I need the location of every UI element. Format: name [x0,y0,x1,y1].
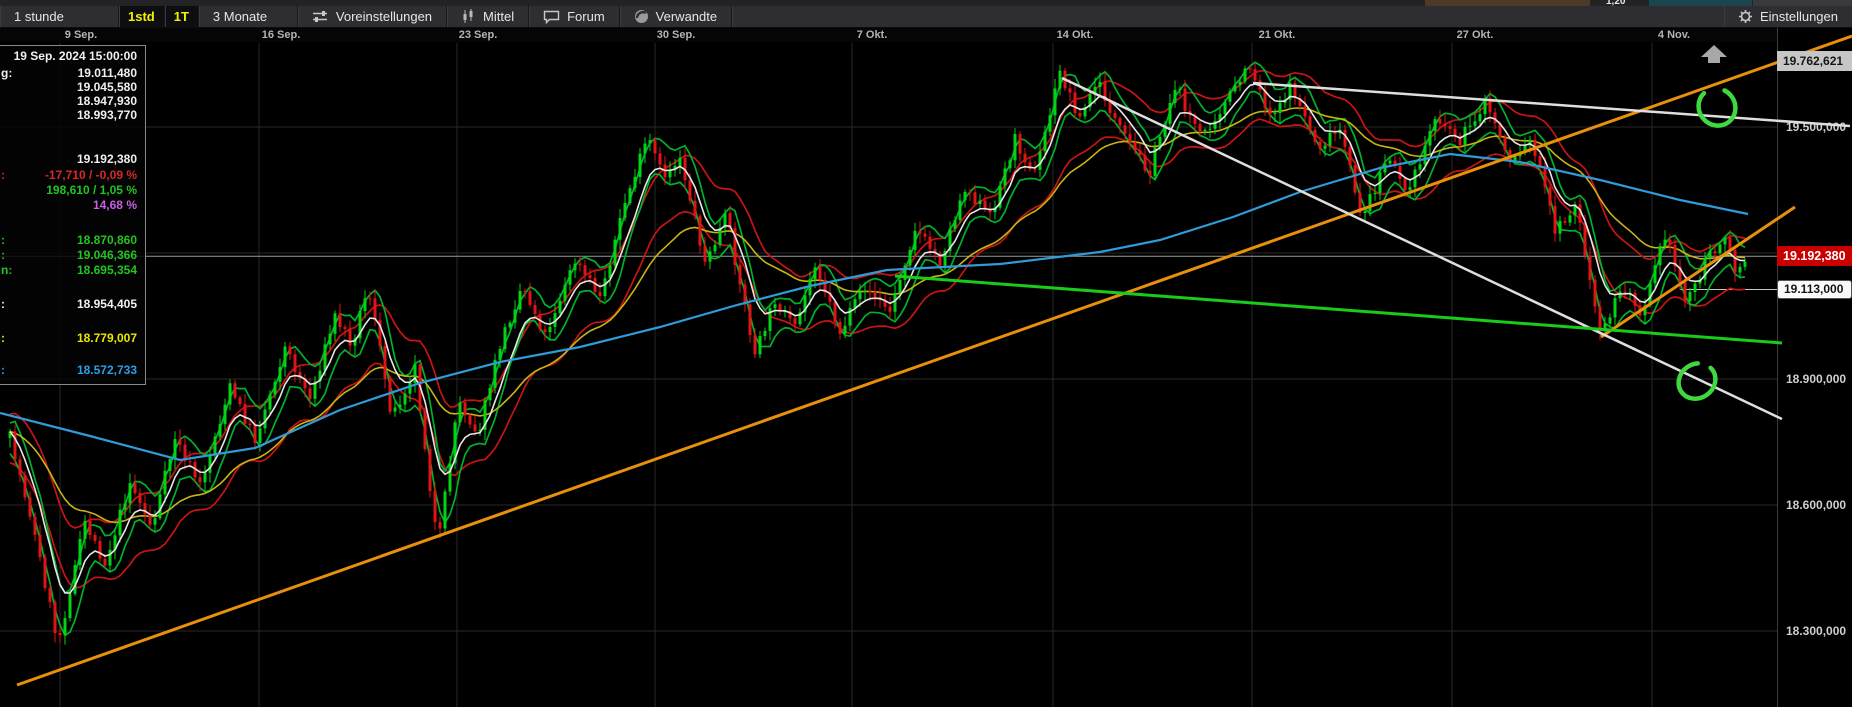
timeframe-1std-button[interactable]: 1std [119,6,165,27]
info-row: 19 Sep. 2024 15:00:00 [0,50,145,63]
forum-button[interactable]: Forum [529,6,620,27]
tf-1t-label: 1T [174,9,189,24]
sliders-icon [312,10,329,23]
info-row: :-17,710 / -0,09 % [0,169,145,182]
price-tick-label: 18.300,000 [1786,624,1846,638]
mittel-label: Mittel [483,9,514,24]
price-tick-label: 19.500,000 [1786,120,1846,134]
info-row: :18.779,007 [0,332,145,345]
date-label: 7 Okt. [857,29,888,41]
verwandte-label: Verwandte [656,9,717,24]
interval-button[interactable]: 1 stunde [0,6,119,27]
info-row: :18.870,860 [0,234,145,247]
date-label: 14 Okt. [1057,29,1094,41]
voreinstellungen-label: Voreinstellungen [336,9,432,24]
info-row: 18.993,770 [0,109,145,122]
speech-bubble-icon [543,10,560,24]
scroll-to-latest-icon[interactable] [1701,45,1727,63]
alert-price-label: 19.113,000 [1784,282,1843,296]
date-label: 21 Okt. [1259,29,1296,41]
timeframe-1t-button[interactable]: 1T [165,6,199,27]
trendline-value-box: 19.762,621 [1777,51,1852,71]
range-label: 3 Monate [213,9,267,24]
time-axis[interactable]: 9 Sep. 16 Sep. 23 Sep. 30 Sep. 7 Okt. 14 Okt.… [0,28,1852,42]
date-label: 30 Sep. [657,29,696,41]
info-row: 19.192,380 [0,153,145,166]
alert-price-box[interactable]: 19.113,000 [1777,280,1852,299]
quote-info-panel: 19 Sep. 2024 15:00:00 g:19.011,48019.045,… [0,45,146,385]
toolbar-spacer [732,6,1724,27]
candlestick-chart[interactable] [0,0,1852,707]
trading-app-window: 1,20 1 stunde 1std 1T 3 Monate Voreinste… [0,0,1852,707]
last-price-label: 19.192,380 [1783,249,1846,263]
info-row: 18.947,930 [0,95,145,108]
interval-label: 1 stunde [14,9,64,24]
price-tick-label: 18.900,000 [1786,372,1846,386]
last-price-box: 19.192,380 [1777,246,1852,266]
forum-label: Forum [567,9,605,24]
range-3-monate-button[interactable]: 3 Monate [199,6,298,27]
date-label: 27 Okt. [1457,29,1494,41]
einstellungen-button[interactable]: Einstellungen [1724,6,1852,27]
date-label: 23 Sep. [459,29,498,41]
einstellungen-label: Einstellungen [1760,9,1838,24]
info-row: 19.045,580 [0,81,145,94]
info-row: n:18.695,354 [0,264,145,277]
price-axis[interactable]: 19.500,00019.200,00018.900,00018.600,000… [1777,28,1852,707]
info-row: :18.954,405 [0,298,145,311]
gear-icon [1738,9,1753,24]
price-tick-label: 18.600,000 [1786,498,1846,512]
mittel-button[interactable]: Mittel [447,6,529,27]
date-label: 16 Sep. [262,29,301,41]
tf-1std-label: 1std [128,9,155,24]
trendline-value-label: 19.762,621 [1783,54,1843,68]
date-label: 9 Sep. [65,29,97,41]
info-row: :18.572,733 [0,364,145,377]
info-row: :19.046,366 [0,249,145,262]
verwandte-button[interactable]: Verwandte [620,6,732,27]
info-row: g:19.011,480 [0,67,145,80]
info-row: 198,610 / 1,05 % [0,184,145,197]
candlestick-icon [461,9,476,24]
main-toolbar: 1 stunde 1std 1T 3 Monate Voreinstellung… [0,6,1852,28]
voreinstellungen-button[interactable]: Voreinstellungen [298,6,447,27]
related-icon [634,9,649,24]
date-label: 4 Nov. [1658,29,1690,41]
info-row: 14,68 % [0,199,145,212]
